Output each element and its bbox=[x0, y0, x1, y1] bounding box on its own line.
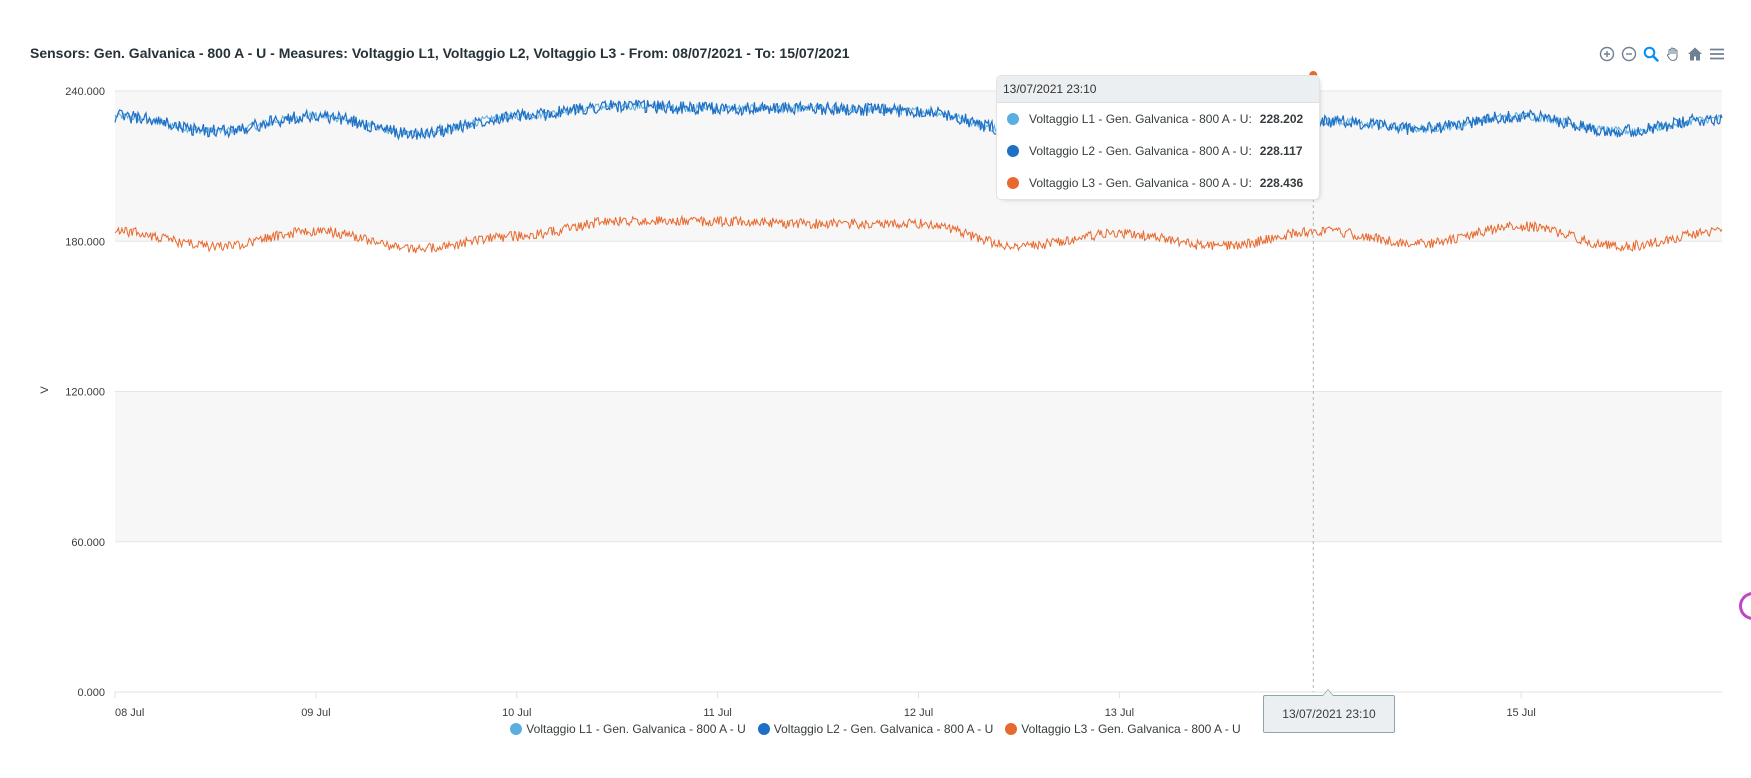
grid-band bbox=[115, 391, 1722, 542]
legend-label-l3: Voltaggio L3 - Gen. Galvanica - 800 A - … bbox=[1021, 722, 1241, 736]
tooltip-row-l2: Voltaggio L2 - Gen. Galvanica - 800 A - … bbox=[997, 135, 1319, 167]
legend-marker-l2 bbox=[757, 723, 770, 735]
y-tick-label: 180.000 bbox=[65, 236, 105, 248]
x-tick-label: 13 Jul bbox=[1105, 707, 1134, 719]
line-chart[interactable]: 0.00060.000120.000180.000240.000 08 Jul 0… bbox=[0, 0, 1751, 778]
data-tooltip: 13/07/2021 23:10 Voltaggio L1 - Gen. Gal… bbox=[996, 75, 1320, 200]
legend-item-l3[interactable]: Voltaggio L3 - Gen. Galvanica - 800 A - … bbox=[1005, 722, 1241, 736]
legend-item-l2[interactable]: Voltaggio L2 - Gen. Galvanica - 800 A - … bbox=[757, 722, 994, 736]
tooltip-marker-l2 bbox=[1007, 145, 1019, 157]
y-tick-label: 120.000 bbox=[65, 387, 105, 399]
x-tick-label: 15 Jul bbox=[1506, 707, 1535, 719]
x-tick-label: 12 Jul bbox=[904, 707, 933, 719]
legend-marker-l3 bbox=[1005, 723, 1018, 735]
tooltip-row-l3: Voltaggio L3 - Gen. Galvanica - 800 A - … bbox=[997, 167, 1319, 199]
y-axis: 0.000 60.000 120.000 180.000 240.000 bbox=[65, 86, 105, 699]
tooltip-label-l2: Voltaggio L2 - Gen. Galvanica - 800 A - … bbox=[1029, 144, 1252, 158]
y-axis-title: V bbox=[39, 386, 51, 394]
x-tick-label: 10 Jul bbox=[502, 707, 531, 719]
x-axis: 08 Jul 09 Jul 10 Jul 11 Jul 12 Jul 13 Jul 15 J… bbox=[114, 691, 1722, 719]
x-tick-label: 09 Jul bbox=[301, 707, 330, 719]
tooltip-value-l3: 228.436 bbox=[1259, 176, 1304, 190]
grid bbox=[115, 90, 1722, 693]
tooltip-row-l1: Voltaggio L1 - Gen. Galvanica - 800 A - … bbox=[997, 103, 1319, 135]
tooltip-title: 13/07/2021 23:10 bbox=[997, 76, 1319, 103]
legend-marker-l1 bbox=[510, 723, 523, 735]
x-tick-label: 08 Jul bbox=[115, 707, 144, 719]
tooltip-marker-l1 bbox=[1007, 113, 1019, 125]
y-tick-label: 0.000 bbox=[77, 687, 105, 699]
tooltip-value-l2: 228.117 bbox=[1259, 144, 1303, 158]
y-tick-label: 240.000 bbox=[65, 86, 105, 98]
legend-label-l1: Voltaggio L1 - Gen. Galvanica - 800 A - … bbox=[526, 722, 746, 736]
x-tick-label: 11 Jul bbox=[703, 707, 732, 719]
tooltip-value-l1: 228.202 bbox=[1259, 112, 1304, 126]
y-tick-label: 60.000 bbox=[71, 537, 105, 549]
legend-item-l1[interactable]: Voltaggio L1 - Gen. Galvanica - 800 A - … bbox=[510, 722, 746, 736]
tooltip-label-l3: Voltaggio L3 - Gen. Galvanica - 800 A - … bbox=[1029, 176, 1252, 190]
chart-legend: Voltaggio L1 - Gen. Galvanica - 800 A - … bbox=[0, 722, 1751, 736]
legend-label-l2: Voltaggio L2 - Gen. Galvanica - 800 A - … bbox=[773, 722, 994, 736]
tooltip-marker-l3 bbox=[1007, 177, 1019, 189]
tooltip-label-l1: Voltaggio L1 - Gen. Galvanica - 800 A - … bbox=[1029, 112, 1252, 126]
